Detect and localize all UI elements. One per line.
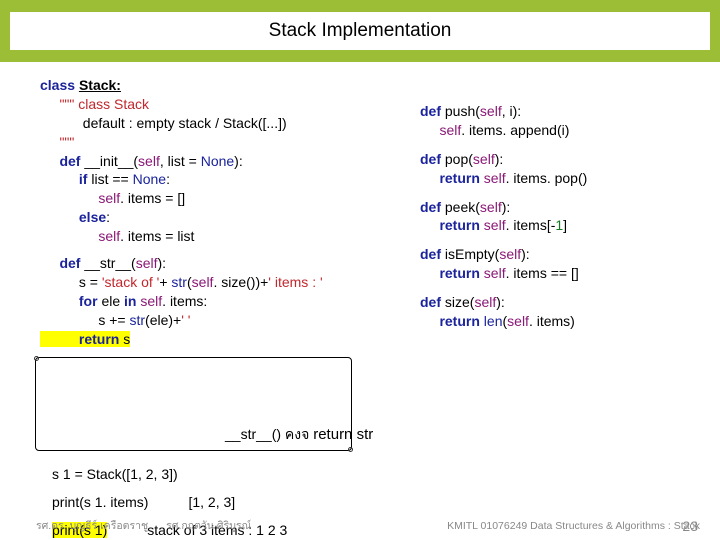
footer-author-2: รศ.กฤตวัน ศิริบูรณ์ bbox=[166, 517, 251, 534]
code-right-block: def push(self, i): self. items. append(i… bbox=[420, 102, 670, 331]
slide-title: Stack Implementation bbox=[10, 12, 710, 50]
example-line-2: print(s 1. items)[1, 2, 3] bbox=[52, 494, 287, 510]
content-area: class Stack: """ class Stack default : e… bbox=[0, 62, 720, 492]
page-number: 23 bbox=[682, 518, 698, 534]
footer-author-1: รศ.ดร. บุญธีร์ เครือตราชู bbox=[36, 517, 148, 534]
footer: รศ.ดร. บุญธีร์ เครือตราชู รศ.กฤตวัน ศิริ… bbox=[0, 517, 720, 534]
footer-course: KMITL 01076249 Data Structures & Algorit… bbox=[447, 520, 700, 532]
example-line-1: s 1 = Stack([1, 2, 3]) bbox=[52, 466, 287, 482]
title-bar: Stack Implementation bbox=[0, 0, 720, 62]
str-callout: __str__() คงจ return str bbox=[225, 424, 390, 446]
code-left-block: class Stack: """ class Stack default : e… bbox=[40, 76, 400, 348]
